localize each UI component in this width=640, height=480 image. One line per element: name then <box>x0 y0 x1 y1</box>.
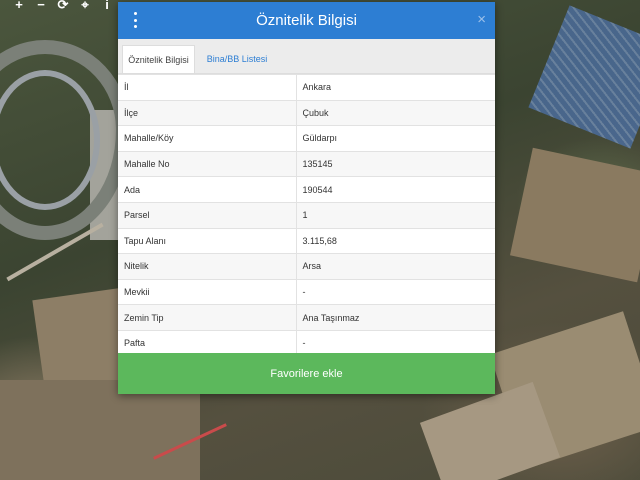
modal-tabs: Öznitelik Bilgisi Bina/BB Listesi <box>118 39 495 74</box>
attribute-key: Tapu Alanı <box>118 227 297 254</box>
attribute-key: Mahalle No <box>118 150 297 177</box>
attribute-key: Zemin Tip <box>118 304 297 331</box>
attribute-table: İl Ankara İlçe Çubuk Mahalle/Köy Güldarpı Maha… <box>118 74 495 357</box>
kebab-menu-icon[interactable] <box>130 12 140 28</box>
attribute-value: Arsa <box>296 253 495 280</box>
solar-panel-field <box>528 5 640 149</box>
table-row: Nitelik Arsa <box>118 253 495 280</box>
table-row: İl Ankara <box>118 74 495 101</box>
tab-building-list[interactable]: Bina/BB Listesi <box>202 45 272 73</box>
refresh-icon[interactable]: ⟳ <box>52 0 74 12</box>
table-row: Mahalle/Köy Güldarpı <box>118 125 495 152</box>
attribute-value: 190544 <box>296 176 495 203</box>
table-row: Mahalle No 135145 <box>118 150 495 177</box>
attribute-key: İl <box>118 74 297 101</box>
attribute-value: 1 <box>296 201 495 229</box>
table-row: İlçe Çubuk <box>118 99 495 126</box>
attribute-key: Parsel <box>118 201 297 229</box>
attribute-key: Ada <box>118 176 297 203</box>
attribute-key: İlçe <box>118 99 297 126</box>
close-icon[interactable]: × <box>477 12 486 27</box>
add-to-favorites-button[interactable]: Favorilere ekle <box>118 353 495 394</box>
table-row: Zemin Tip Ana Taşınmaz <box>118 304 495 331</box>
attribute-value: Ana Taşınmaz <box>296 304 495 331</box>
attribute-value: 3.115,68 <box>296 227 495 254</box>
attribute-value: 135145 <box>296 150 495 177</box>
plus-icon[interactable]: + <box>8 0 30 12</box>
modal-header: Öznitelik Bilgisi × <box>118 2 495 39</box>
attribute-key: Mevkii <box>118 278 297 305</box>
attribute-value: Ankara <box>296 74 495 101</box>
attribute-key: Nitelik <box>118 253 297 280</box>
attribute-info-modal: Öznitelik Bilgisi × Öznitelik Bilgisi Bi… <box>118 2 495 394</box>
attribute-value: - <box>296 278 495 305</box>
table-row: Mevkii - <box>118 278 495 305</box>
attribute-key: Mahalle/Köy <box>118 125 297 152</box>
table-row: Ada 190544 <box>118 176 495 203</box>
map-field <box>509 147 640 283</box>
attribute-value: Çubuk <box>296 99 495 126</box>
map-toolbar: + − ⟳ ⌖ i <box>8 0 118 12</box>
table-row: Parsel 1 <box>118 201 495 229</box>
locate-icon[interactable]: ⌖ <box>74 0 96 12</box>
minus-icon[interactable]: − <box>30 0 52 12</box>
table-row: Tapu Alanı 3.115,68 <box>118 227 495 254</box>
tab-attribute-info[interactable]: Öznitelik Bilgisi <box>122 45 195 73</box>
info-icon[interactable]: i <box>96 0 118 12</box>
map-field <box>0 380 200 480</box>
attribute-value: Güldarpı <box>296 125 495 152</box>
modal-title: Öznitelik Bilgisi <box>256 12 357 29</box>
